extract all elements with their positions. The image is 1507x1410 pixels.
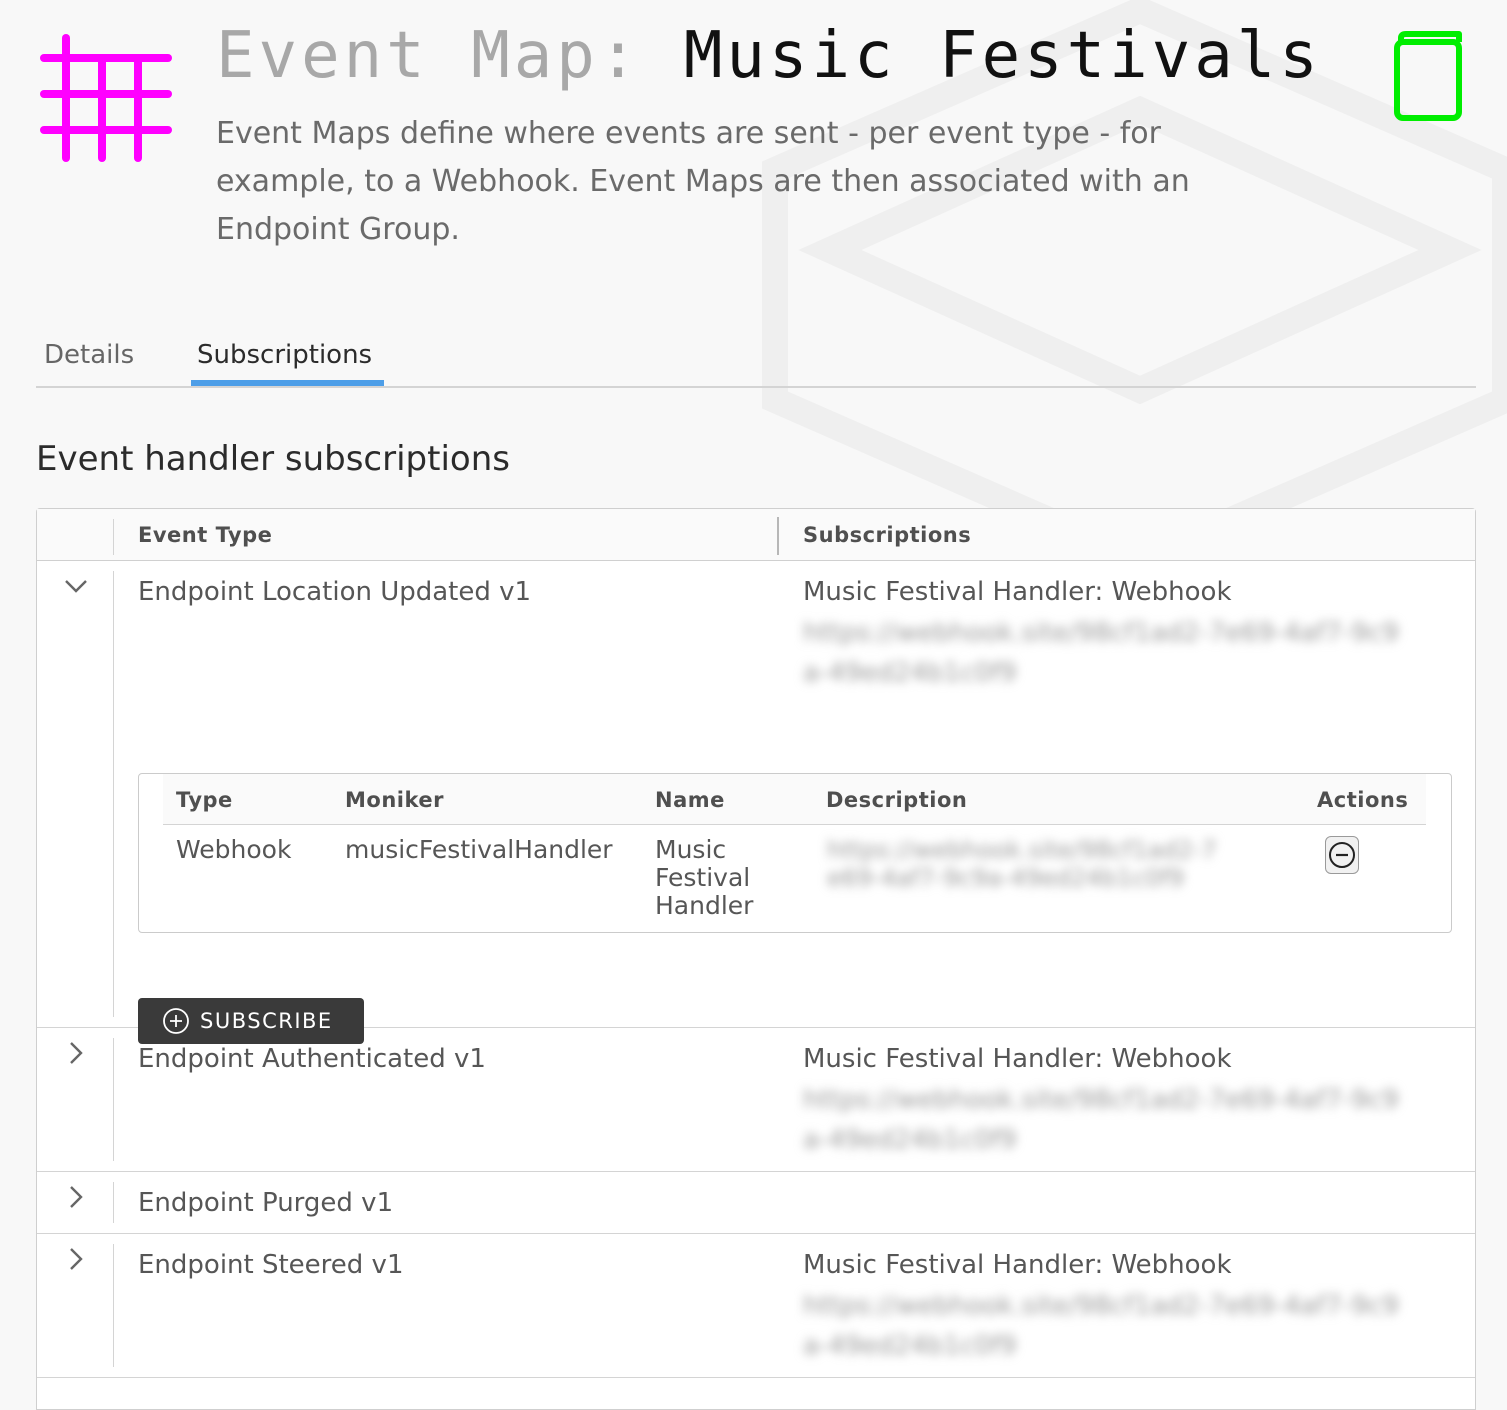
detail-header-moniker: Moniker — [345, 788, 444, 812]
table-header: Event Type Subscriptions — [37, 509, 1475, 561]
chevron-right-icon[interactable] — [63, 1184, 89, 1210]
active-tab-indicator — [191, 380, 384, 386]
subscription-name: Music Festival Handler: Webhook — [803, 577, 1232, 607]
page-title-name: Music Festivals — [683, 19, 1322, 93]
row-separator — [113, 1244, 114, 1367]
book-icon[interactable] — [1392, 30, 1464, 124]
event-type-cell: Endpoint Authenticated v1 — [138, 1044, 486, 1074]
detail-header-description: Description — [826, 788, 968, 812]
grid-icon — [40, 34, 172, 162]
table-row: Endpoint Location Updated v1 Music Festi… — [37, 561, 1475, 1044]
chevron-right-icon[interactable] — [63, 1040, 89, 1066]
detail-cell-description-blurred: https://webhook.site/98cf1ad2-7e69-4af7-… — [827, 836, 1217, 892]
table-row: Endpoint Steered v1 Music Festival Handl… — [37, 1234, 1475, 1378]
subscription-detail-table: Type Moniker Name Description Actions We… — [138, 773, 1452, 933]
subscription-url-blurred: https://webhook.site/98cf1ad2-7e69-4af7-… — [803, 618, 1399, 688]
row-separator — [113, 1038, 114, 1161]
column-resize-handle[interactable] — [777, 517, 779, 555]
subscription-url-blurred: https://webhook.site/98cf1ad2-7e69-4af7-… — [803, 1291, 1399, 1361]
table-row: Endpoint Purged v1 — [37, 1172, 1475, 1234]
subscription-name: Music Festival Handler: Webhook — [803, 1044, 1232, 1074]
table-row: Endpoint Authenticated v1 Music Festival… — [37, 1028, 1475, 1172]
detail-header-name: Name — [655, 788, 725, 812]
event-type-cell: Endpoint Purged v1 — [138, 1188, 394, 1218]
section-title: Event handler subscriptions — [36, 439, 510, 479]
detail-table-header: Type Moniker Name Description Actions — [163, 774, 1426, 825]
event-type-cell: Endpoint Steered v1 — [138, 1250, 404, 1280]
minus-circle-icon — [1329, 842, 1355, 868]
subscription-url-blurred: https://webhook.site/98cf1ad2-7e69-4af7-… — [803, 1085, 1399, 1155]
column-header-event-type[interactable]: Event Type — [138, 521, 272, 549]
subscription-name: Music Festival Handler: Webhook — [803, 1250, 1232, 1280]
detail-cell-name: Music Festival Handler — [655, 835, 754, 920]
subscriptions-table: Event Type Subscriptions Endpoint Locati… — [36, 508, 1476, 1410]
page-description: Event Maps define where events are sent … — [216, 116, 1190, 247]
row-separator — [113, 571, 114, 1017]
row-separator — [113, 1182, 114, 1223]
detail-header-actions: Actions — [1317, 788, 1409, 812]
detail-header-type: Type — [176, 788, 233, 812]
column-header-subscriptions[interactable]: Subscriptions — [803, 521, 971, 549]
tab-bar: Details Subscriptions — [36, 326, 1476, 388]
chevron-down-icon[interactable] — [63, 573, 89, 599]
remove-subscription-button[interactable] — [1325, 836, 1359, 874]
tab-subscriptions[interactable]: Subscriptions — [197, 338, 372, 372]
detail-cell-type: Webhook — [176, 835, 292, 864]
page-title: Event Map: Music Festivals — [216, 16, 1322, 96]
chevron-right-icon[interactable] — [63, 1246, 89, 1272]
detail-cell-moniker: musicFestivalHandler — [345, 835, 613, 864]
page-title-prefix: Event Map: — [216, 19, 642, 93]
tab-details[interactable]: Details — [44, 338, 134, 372]
event-type-cell: Endpoint Location Updated v1 — [138, 577, 532, 607]
column-separator — [113, 519, 114, 555]
